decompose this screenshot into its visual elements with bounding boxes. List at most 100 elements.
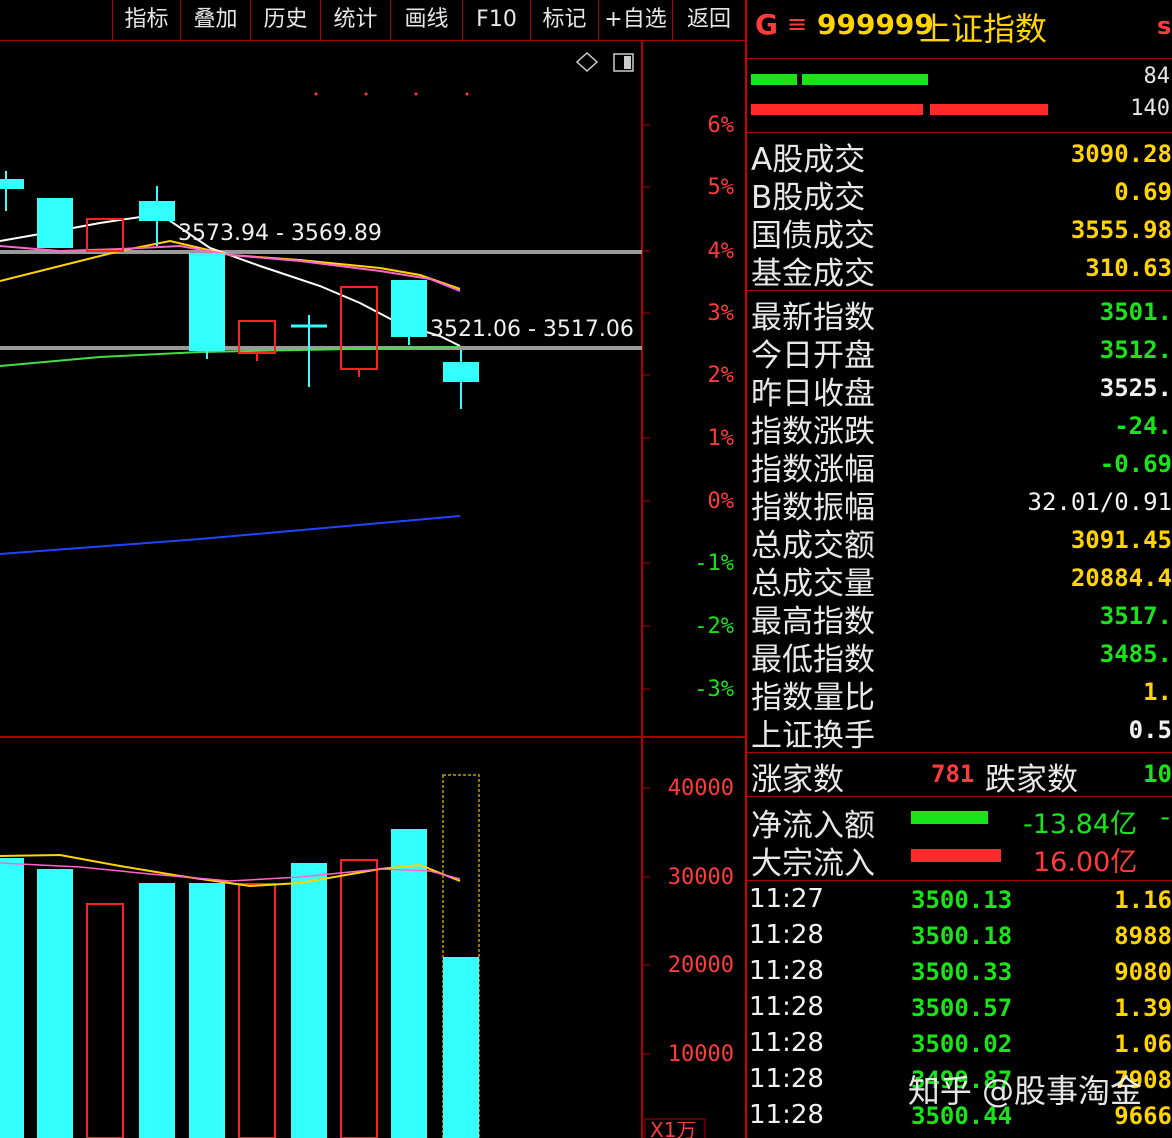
up-count-label: 涨家数 <box>751 762 844 798</box>
volume-bar <box>238 883 276 1138</box>
flow-bar <box>911 811 988 824</box>
pct-axis-label: 5% <box>707 175 735 200</box>
tick-price: 3500.13 <box>911 886 1013 914</box>
quote-value: 3501. <box>1099 298 1172 326</box>
tick-time: 11:28 <box>749 1028 824 1058</box>
price-annotation-lower: 3521.06 - 3517.06 <box>430 317 634 342</box>
candle <box>0 179 24 189</box>
quote-label: 上证换手 <box>751 718 875 754</box>
tick-time: 11:28 <box>749 1064 824 1094</box>
down-count-value: 10 <box>1143 760 1172 788</box>
flow-value: 16.00亿 <box>1033 847 1138 878</box>
diamond-icon <box>575 51 599 73</box>
quote-panel: G ≡ 999999 上证指数 s 84 140 A股成交 3090.28 B股… <box>745 0 1172 1138</box>
candle <box>139 201 175 221</box>
quote-value: 20884.4 <box>1070 564 1172 592</box>
candle <box>189 253 225 351</box>
panel-toggle-icon-fill <box>624 56 631 69</box>
volume-bar <box>340 859 378 1138</box>
dot-marks <box>314 92 469 96</box>
up-count-value: 781 <box>931 760 975 788</box>
quote-value: 3517. <box>1099 602 1172 630</box>
toolbar-stats-button[interactable]: 统计 <box>320 0 390 40</box>
pct-axis-label: 6% <box>707 113 735 138</box>
volume-axis-label: 10000 <box>667 1042 734 1067</box>
header-extra: s <box>1157 12 1172 40</box>
volume-bar <box>139 883 175 1138</box>
stat-value: 0.69 <box>1114 178 1172 206</box>
toolbar-f10-button[interactable]: F10 <box>462 0 530 40</box>
tick-time: 11:27 <box>749 884 824 914</box>
volume-axis-label: 40000 <box>667 776 734 801</box>
quote-value: 0.5 <box>1128 716 1172 744</box>
pct-axis-label: 4% <box>707 239 735 264</box>
quote-value: -24. <box>1114 412 1172 440</box>
toolbar-back-button[interactable]: 返回 <box>672 0 745 40</box>
volume-bar <box>443 957 479 1138</box>
stat-label: 基金成交 <box>751 256 875 292</box>
green-bar-segment <box>751 74 797 85</box>
quote-value: 3091.45 <box>1070 526 1172 554</box>
candle <box>443 362 479 382</box>
volume-unit-label: X1万 <box>650 1122 697 1138</box>
price-annotation-upper: 3573.94 - 3569.89 <box>178 221 382 246</box>
pct-axis-label: -3% <box>694 677 734 702</box>
green-count: 84 <box>1143 64 1171 89</box>
volume-bar <box>37 869 73 1138</box>
pct-axis-label: -1% <box>694 551 734 576</box>
quote-value: -0.69 <box>1099 450 1172 478</box>
quote-value: 3485. <box>1099 640 1172 668</box>
flow-value: -13.84亿 <box>1023 809 1138 840</box>
quote-value: 3512. <box>1099 336 1172 364</box>
volume-bar <box>0 858 24 1138</box>
tick-price: 3500.02 <box>911 1030 1013 1058</box>
toolbar-history-button[interactable]: 历史 <box>250 0 320 40</box>
tick-volume: 1.16 <box>1114 886 1172 914</box>
toolbar-draw-button[interactable]: 画线 <box>390 0 462 40</box>
down-count-label: 跌家数 <box>985 762 1078 798</box>
tick-time: 11:28 <box>749 1100 824 1130</box>
quote-value: 32.01/0.91 <box>1027 488 1172 516</box>
kline-chart[interactable] <box>0 41 745 1138</box>
toolbar-overlay-button[interactable]: 叠加 <box>180 0 250 40</box>
tick-price: 3500.57 <box>911 994 1013 1022</box>
red-count: 140 <box>1130 96 1170 121</box>
green-bar-segment <box>802 74 928 85</box>
toolbar-indicator-button[interactable]: 指标 <box>112 0 180 40</box>
candle <box>340 286 378 370</box>
tick-volume: 1.06 <box>1114 1030 1172 1058</box>
pct-axis-label: 0% <box>707 489 735 514</box>
flow-extra: - <box>1160 802 1170 833</box>
tick-volume: 9080 <box>1114 958 1172 986</box>
volume-bar <box>391 829 427 1138</box>
volume-bar <box>189 883 225 1138</box>
stat-value: 3555.98 <box>1070 216 1172 244</box>
flow-label: 大宗流入 <box>751 846 875 882</box>
pct-axis-label: -2% <box>694 614 734 639</box>
candles <box>0 171 479 409</box>
volume-axis-label: 30000 <box>667 865 734 890</box>
tick-volume: 1.39 <box>1114 994 1172 1022</box>
chart-toolbar: 指标 叠加 历史 统计 画线 F10 标记 +自选 返回 <box>0 0 745 41</box>
watermark: 知乎 @股事淘金 <box>907 1072 1142 1110</box>
volume-bars <box>0 774 480 1138</box>
tick-volume: 8988 <box>1114 922 1172 950</box>
market-letter: G <box>755 8 778 41</box>
quote-value: 3525. <box>1099 374 1172 402</box>
menu-icon[interactable]: ≡ <box>787 10 807 38</box>
red-bar-segment <box>751 104 923 115</box>
tick-price: 3500.33 <box>911 958 1013 986</box>
pct-axis-label: 1% <box>707 426 735 451</box>
toolbar-add-watchlist-button[interactable]: +自选 <box>598 0 672 40</box>
red-bar-segment <box>930 104 1048 115</box>
stock-name: 上证指数 <box>919 10 1048 48</box>
flow-bar <box>911 849 1001 862</box>
stat-value: 3090.28 <box>1070 140 1172 168</box>
candle <box>391 280 427 337</box>
toolbar-mark-button[interactable]: 标记 <box>530 0 598 40</box>
tick-time: 11:28 <box>749 992 824 1022</box>
quote-value: 1. <box>1143 678 1172 706</box>
stat-value: 310.63 <box>1085 254 1172 282</box>
tick-price: 3500.18 <box>911 922 1013 950</box>
candle <box>37 198 73 248</box>
